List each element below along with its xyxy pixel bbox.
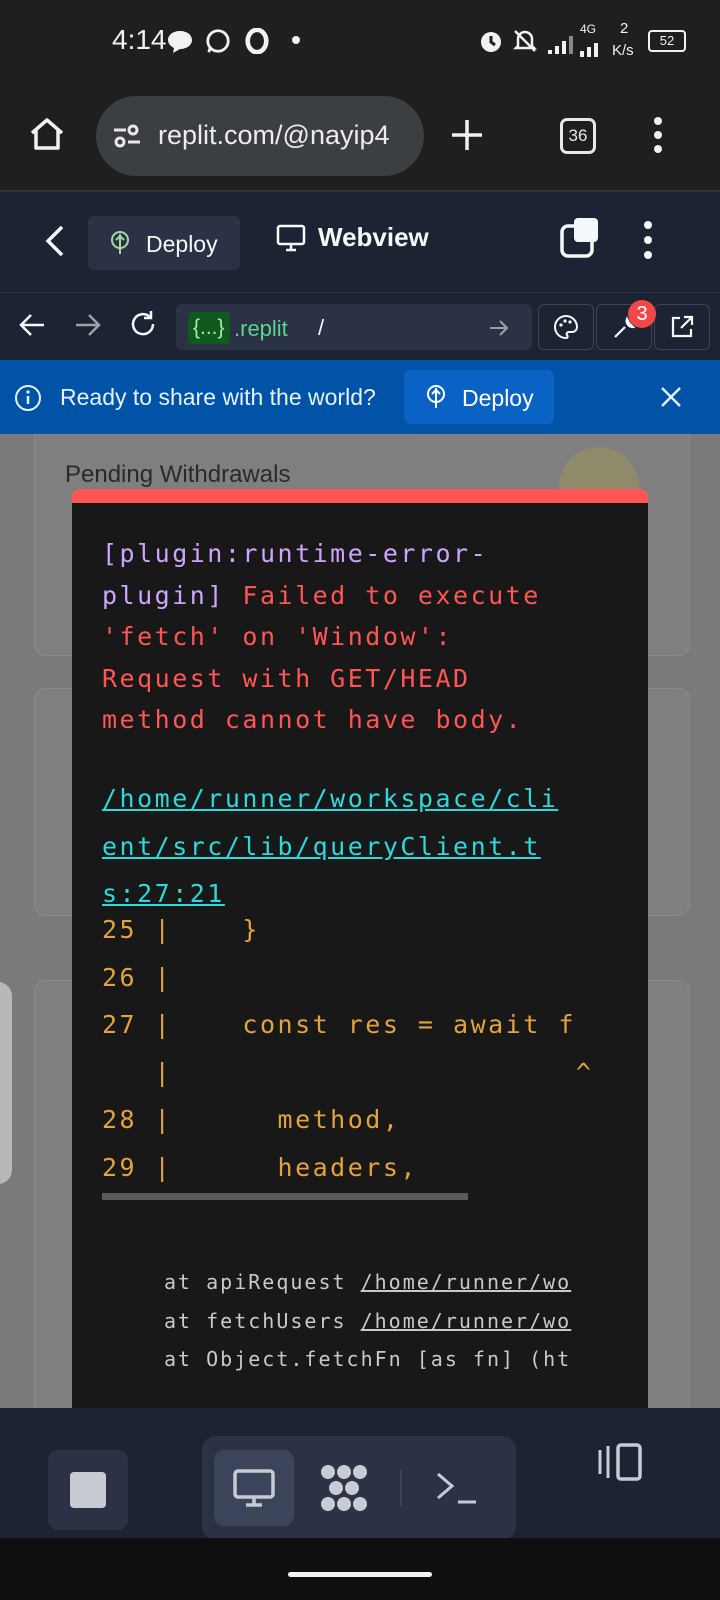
deploy-icon (111, 231, 129, 254)
tab-webview-label: Webview (318, 222, 429, 252)
code-line: 26 | (102, 962, 173, 992)
close-icon[interactable] (660, 386, 682, 408)
error-file-link[interactable]: /home/runner/workspace/cli ent/src/lib/q… (102, 775, 558, 918)
url-text: replit.com/@nayip4 (158, 120, 390, 150)
forward-arrow-icon[interactable] (74, 311, 102, 339)
tab-deploy[interactable]: Deploy (88, 216, 240, 270)
stack-link: /home/runner/wo (360, 1270, 572, 1294)
info-icon (15, 385, 41, 411)
stop-button[interactable] (48, 1450, 128, 1530)
status-bar: 4:14 4G 2 K/s 52 (0, 0, 720, 82)
back-arrow-icon[interactable] (18, 311, 46, 339)
stop-icon (70, 1472, 106, 1508)
webview-navbar: {...} .replit / (0, 292, 720, 361)
home-icon[interactable] (28, 116, 66, 152)
address-bar[interactable]: replit.com/@nayip4 (96, 96, 424, 176)
back-chevron-icon[interactable] (44, 224, 66, 258)
layout-toggle-icon[interactable] (596, 1442, 644, 1482)
monitor-icon (276, 224, 306, 252)
repl-chip: {...} (188, 312, 230, 344)
home-gesture-handle[interactable] (288, 1572, 432, 1577)
code-line: | ^ (102, 1057, 594, 1087)
open-new-window-button[interactable] (654, 304, 710, 350)
code-line: 28 | method, (102, 1105, 401, 1134)
webview-url-field[interactable]: {...} .replit / (176, 304, 532, 350)
error-message: [plugin:runtime-error- plugin] Failed to… (102, 539, 541, 734)
stack-trace: at apiRequest /home/runner/wo at fetchUs… (164, 1270, 572, 1371)
code-line: 25 | } (102, 915, 260, 944)
gesture-bar (0, 1538, 720, 1600)
battery-icon: 52 (648, 30, 686, 52)
banner-message: Ready to share with the world? (60, 384, 376, 410)
monitor-icon (233, 1469, 275, 1507)
menu-icon[interactable] (652, 116, 664, 154)
theme-button[interactable] (538, 304, 594, 350)
code-scrollbar[interactable] (102, 1193, 468, 1200)
pane-webview-button[interactable] (214, 1450, 294, 1526)
tab-count-button[interactable]: 36 (560, 118, 596, 154)
go-arrow-icon[interactable] (488, 318, 510, 338)
banner-deploy-label: Deploy (462, 385, 534, 411)
speed-value: 2 (620, 20, 629, 37)
reload-icon[interactable] (128, 309, 158, 339)
browser-toolbar: replit.com/@nayip4 36 (0, 82, 720, 192)
deploy-banner: Ready to share with the world? Deploy (0, 360, 720, 434)
chat-icon (168, 31, 192, 53)
agent-icon[interactable] (318, 1462, 370, 1514)
mute-icon (512, 30, 538, 52)
runtime-error-overlay: [plugin:runtime-error- plugin] Failed to… (72, 489, 648, 1422)
url-path: / (318, 315, 325, 340)
banner-deploy-button[interactable]: Deploy (404, 370, 554, 424)
whatsapp-icon (206, 29, 230, 53)
divider (400, 1470, 402, 1506)
signal-2-icon (580, 43, 598, 57)
pane-switcher (202, 1436, 516, 1540)
deploy-icon (427, 385, 445, 408)
opera-icon (245, 28, 269, 54)
signal-icon (548, 36, 573, 54)
new-tab-icon[interactable] (450, 118, 484, 152)
external-link-icon (671, 315, 694, 338)
palette-icon (554, 314, 579, 340)
code-line: 29 | headers, (102, 1152, 418, 1182)
shell-icon[interactable] (434, 1468, 478, 1508)
code-line: 27 | const res = await f (102, 1010, 576, 1039)
new-pane-icon[interactable] (558, 216, 602, 260)
more-options-icon[interactable] (642, 220, 654, 260)
alarm-icon (481, 32, 501, 52)
side-handle[interactable] (0, 982, 12, 1184)
code-frame: 25 | } 26 | 27 | const res = await f | ^… (102, 906, 593, 1191)
repl-domain: .replit (234, 316, 288, 341)
speed-unit: K/s (612, 42, 634, 59)
site-settings-icon[interactable] (112, 123, 142, 149)
network-type: 4G (580, 22, 597, 36)
card-title: Pending Withdrawals (65, 461, 291, 488)
notification-dot-icon (292, 36, 300, 44)
replit-header: Deploy Webview (0, 192, 720, 292)
bottom-toolbar (0, 1408, 720, 1540)
tab-deploy-label: Deploy (146, 231, 218, 257)
stack-link: /home/runner/wo (360, 1308, 572, 1333)
clock: 4:14 (112, 24, 167, 55)
notification-badge: 3 (628, 300, 656, 328)
